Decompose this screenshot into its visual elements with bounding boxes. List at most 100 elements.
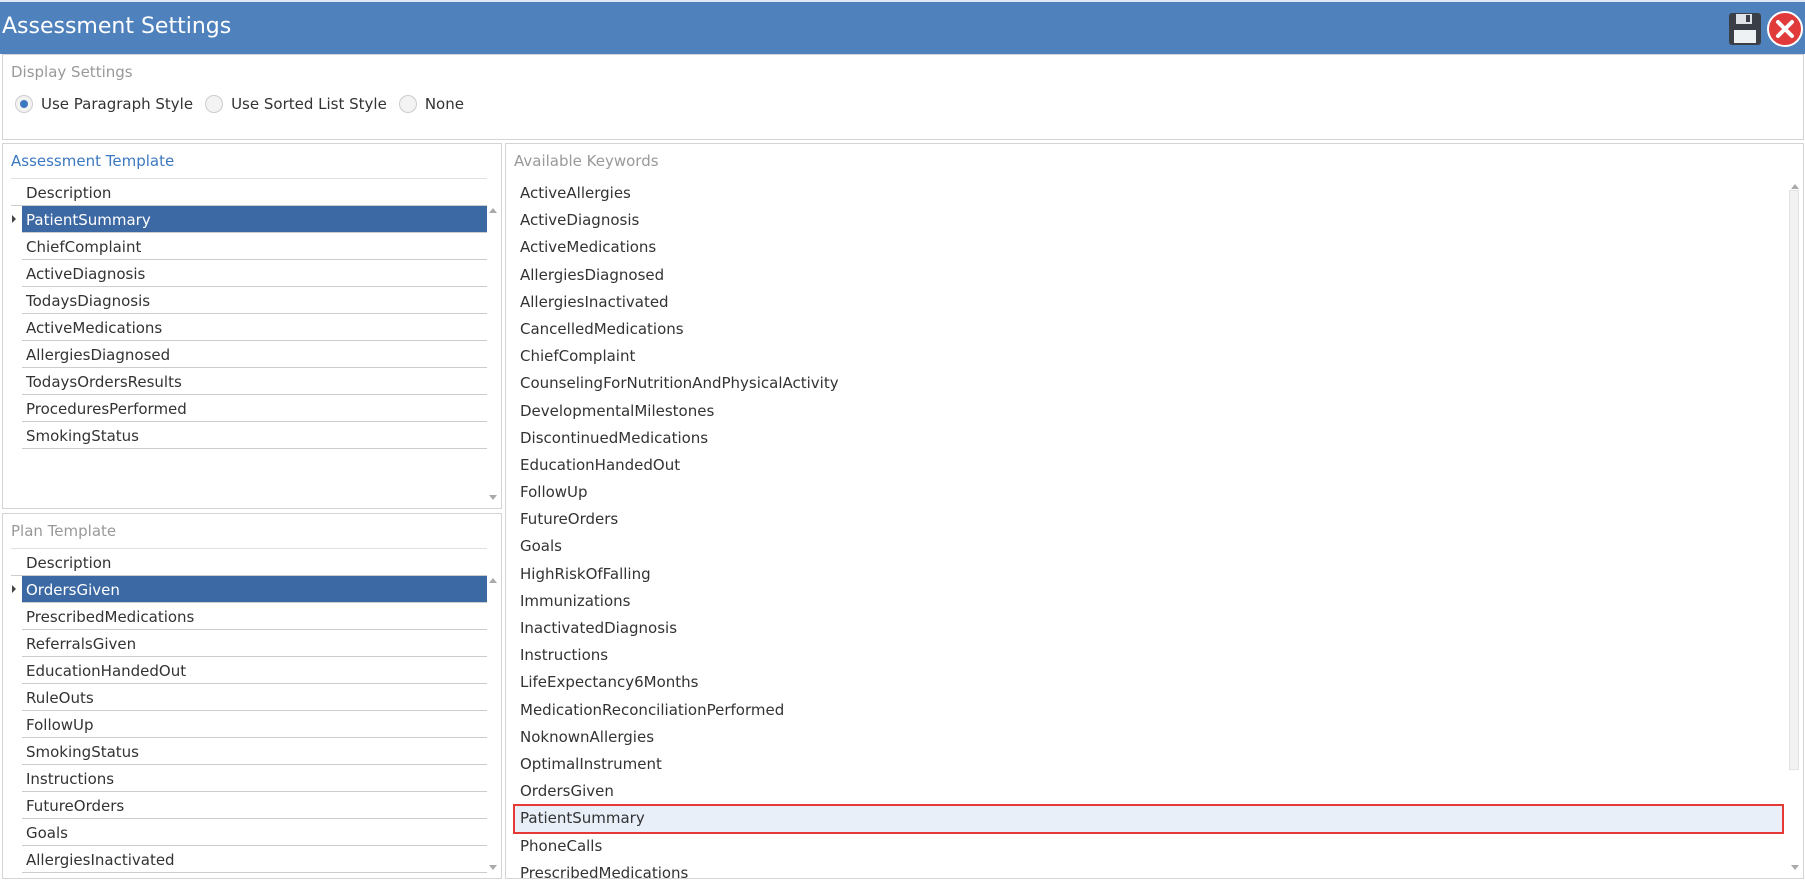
keyword-list-item[interactable]: CancelledMedications xyxy=(514,316,1783,343)
keyword-label: EducationHandedOut xyxy=(520,455,681,474)
keyword-list-item[interactable]: InactivatedDiagnosis xyxy=(514,615,1783,642)
keyword-list-item[interactable]: DevelopmentalMilestones xyxy=(514,398,1783,425)
keyword-label: OptimalInstrument xyxy=(520,754,662,773)
radio-dot-icon xyxy=(398,95,417,113)
keyword-label: DevelopmentalMilestones xyxy=(520,401,715,420)
table-row[interactable]: ActiveDiagnosis xyxy=(22,260,487,287)
table-row[interactable]: FollowUp xyxy=(22,711,487,738)
row-description: ProceduresPerformed xyxy=(26,400,187,418)
keyword-list-item[interactable]: CounselingForNutritionAndPhysicalActivit… xyxy=(514,370,1783,397)
table-row[interactable]: Goals xyxy=(22,819,487,846)
keywords-scrollbar[interactable] xyxy=(1789,190,1799,770)
table-row[interactable]: TodaysDiagnosis xyxy=(22,287,487,314)
keyword-list-item[interactable]: Instructions xyxy=(514,642,1783,669)
row-description: TodaysDiagnosis xyxy=(26,292,151,310)
grid-header: Description xyxy=(11,548,487,576)
row-description: SmokingStatus xyxy=(26,427,139,445)
keyword-list-item[interactable]: ChiefComplaint xyxy=(514,343,1783,370)
keyword-list-item[interactable]: FutureOrders xyxy=(514,506,1783,533)
scroll-down-icon[interactable] xyxy=(489,495,497,500)
table-row[interactable]: ProceduresPerformed xyxy=(22,395,487,422)
keyword-label: ActiveAllergies xyxy=(520,184,631,202)
keyword-list-item[interactable]: LifeExpectancy6Months xyxy=(514,669,1783,696)
available-keywords-list: ActiveAllergies ActiveDiagnosis ActiveMedi… xyxy=(513,180,1784,887)
row-description: AllergiesDiagnosed xyxy=(26,346,171,364)
table-row[interactable]: SmokingStatus xyxy=(22,738,487,765)
scroll-up-icon[interactable] xyxy=(489,208,497,213)
keyword-list-item[interactable]: PrescribedMedications xyxy=(514,860,1783,887)
plan-template-panel: Plan Template Description OrdersGiven Pre… xyxy=(2,513,502,879)
row-description: EducationHandedOut xyxy=(26,662,187,680)
keyword-list-item[interactable]: FollowUp xyxy=(514,479,1783,506)
row-description: PatientSummary xyxy=(26,211,151,229)
display-settings-title: Display Settings xyxy=(11,63,133,81)
keyword-list-item[interactable]: MedicationReconciliationPerformed xyxy=(514,697,1783,724)
keyword-list-item[interactable]: EducationHandedOut xyxy=(514,452,1783,479)
table-row[interactable]: Instructions xyxy=(22,765,487,792)
keyword-label: NoknownAllergies xyxy=(520,727,655,746)
row-description: TodaysOrdersResults xyxy=(26,373,182,391)
scroll-down-icon[interactable] xyxy=(1791,865,1799,870)
display-settings-panel: Display Settings Use Paragraph Style Use… xyxy=(2,54,1804,140)
keyword-list-item[interactable]: HighRiskOfFalling xyxy=(514,561,1783,588)
close-icon xyxy=(1767,11,1803,47)
table-row[interactable]: PrescribedMedications xyxy=(22,603,487,630)
table-row[interactable]: AllergiesDiagnosed xyxy=(22,341,487,368)
keyword-list-item[interactable]: ActiveMedications xyxy=(514,234,1783,261)
table-row[interactable]: EducationHandedOut xyxy=(22,657,487,684)
table-row[interactable]: FutureOrders xyxy=(22,792,487,819)
scroll-up-icon[interactable] xyxy=(1791,184,1799,189)
row-description: RuleOuts xyxy=(26,689,94,707)
assessment-template-title: Assessment Template xyxy=(11,152,175,170)
radio-none[interactable]: None xyxy=(398,95,464,113)
row-description: OrdersGiven xyxy=(26,581,120,599)
keyword-label: PatientSummary xyxy=(520,809,645,828)
keyword-list-item[interactable]: DiscontinuedMedications xyxy=(514,425,1783,452)
table-row[interactable]: TodaysOrdersResults xyxy=(22,368,487,395)
table-row[interactable]: ReferralsGiven xyxy=(22,630,487,657)
close-button[interactable] xyxy=(1766,10,1804,48)
assessment-template-grid: Description PatientSummary ChiefComplaint… xyxy=(11,178,487,449)
keyword-label: Immunizations xyxy=(520,591,631,610)
keyword-list-item[interactable]: PatientSummary xyxy=(513,804,1784,834)
display-style-radio-group: Use Paragraph Style Use Sorted List Styl… xyxy=(15,95,476,113)
keyword-list-item[interactable]: ActiveDiagnosis xyxy=(514,207,1783,234)
keyword-list-item[interactable]: OrdersGiven xyxy=(514,778,1783,805)
table-row[interactable]: AllergiesInactivated xyxy=(22,846,487,873)
radio-dot-icon xyxy=(205,95,224,113)
scroll-up-icon[interactable] xyxy=(489,578,497,583)
table-row[interactable]: PatientSummary xyxy=(12,206,487,233)
keyword-label: PhoneCalls xyxy=(520,836,603,855)
keyword-list-item[interactable]: OptimalInstrument xyxy=(514,751,1783,778)
keyword-list-item[interactable]: AllergiesDiagnosed xyxy=(514,262,1783,289)
radio-paragraph-style[interactable]: Use Paragraph Style xyxy=(15,95,193,113)
table-row[interactable]: ChiefComplaint xyxy=(22,233,487,260)
scroll-down-icon[interactable] xyxy=(489,865,497,870)
keyword-label: DiscontinuedMedications xyxy=(520,428,709,447)
radio-sorted-list-style[interactable]: Use Sorted List Style xyxy=(205,95,387,113)
title-bar: Assessment Settings xyxy=(0,0,1805,54)
table-row[interactable]: RuleOuts xyxy=(22,684,487,711)
keyword-label: InactivatedDiagnosis xyxy=(520,619,678,637)
keyword-label: ActiveDiagnosis xyxy=(520,211,640,230)
keyword-label: MedicationReconciliationPerformed xyxy=(520,700,785,719)
table-row[interactable]: SmokingStatus xyxy=(22,422,487,449)
keyword-list-item[interactable]: Immunizations xyxy=(514,588,1783,615)
plan-template-title: Plan Template xyxy=(11,522,117,540)
table-row[interactable]: ActiveMedications xyxy=(22,314,487,341)
keyword-list-item[interactable]: AllergiesInactivated xyxy=(514,289,1783,316)
plan-template-grid: Description OrdersGiven PrescribedMedicat… xyxy=(11,548,487,873)
table-row[interactable]: OrdersGiven xyxy=(12,576,487,603)
grid-header: Description xyxy=(11,178,487,206)
keyword-label: HighRiskOfFalling xyxy=(520,564,651,583)
save-button[interactable] xyxy=(1726,10,1764,48)
radio-label: None xyxy=(424,95,464,113)
keyword-list-item[interactable]: ActiveAllergies xyxy=(514,180,1783,207)
keyword-list-item[interactable]: NoknownAllergies xyxy=(514,724,1783,751)
row-description: ActiveMedications xyxy=(26,319,163,337)
keyword-list-item[interactable]: Goals xyxy=(514,533,1783,560)
row-indicator-icon xyxy=(12,585,16,593)
row-description: Goals xyxy=(26,824,68,842)
keyword-label: Instructions xyxy=(520,646,609,665)
keyword-list-item[interactable]: PhoneCalls xyxy=(514,833,1783,860)
